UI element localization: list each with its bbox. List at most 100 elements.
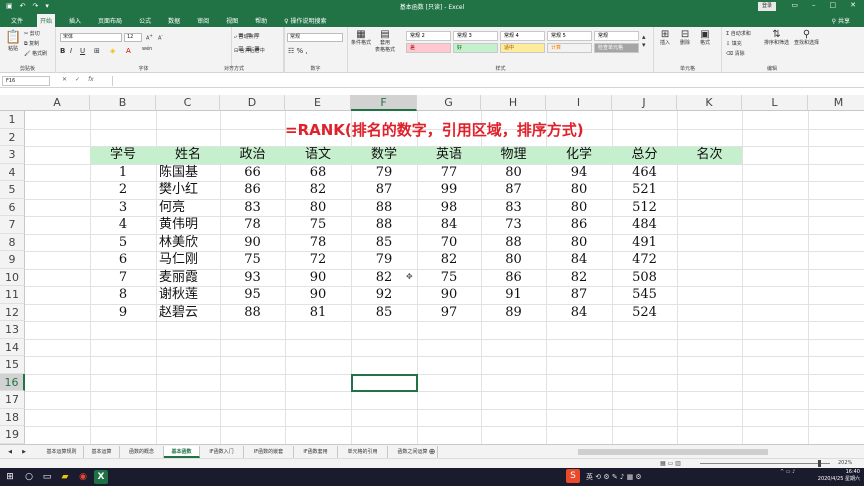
- tray-icons[interactable]: 英 ⟲ ⚙ ✎ ♪ ▦ ⚙: [586, 472, 642, 482]
- sheet-tab[interactable]: IF函数入门: [200, 446, 244, 458]
- sheet-tab[interactable]: IF函数套用: [294, 446, 338, 458]
- row-header-16[interactable]: 16: [0, 373, 25, 391]
- fill-button[interactable]: ⇩ 填充: [726, 40, 742, 47]
- cancel-icon[interactable]: ✕: [62, 76, 67, 83]
- name-box[interactable]: F16: [2, 76, 50, 86]
- row-header-17[interactable]: 17: [0, 391, 25, 409]
- share-button[interactable]: ⚲ 共享: [832, 16, 850, 25]
- task-view-icon[interactable]: ▭: [40, 470, 54, 484]
- merge-center-control[interactable]: ⊟ 合并后居中: [234, 47, 265, 54]
- tab-help[interactable]: 帮助: [252, 15, 270, 26]
- sort-filter-button[interactable]: ⇅ 排序和筛选: [764, 30, 789, 47]
- italic-button[interactable]: I: [70, 47, 72, 55]
- font-color-icon[interactable]: A: [126, 47, 131, 55]
- column-header-a[interactable]: A: [25, 95, 90, 111]
- insert-cells-button[interactable]: ⊞ 插入: [660, 30, 670, 47]
- sheet-tab[interactable]: 函数的概念: [120, 446, 164, 458]
- gallery-scroll-icon[interactable]: ▴ ▾: [642, 33, 646, 49]
- tray-expand-icon[interactable]: ^ ▭ ♪: [780, 469, 795, 475]
- paste-button[interactable]: 📋 粘贴: [5, 31, 21, 53]
- row-header-10[interactable]: 10: [0, 268, 25, 286]
- function-icon[interactable]: fx: [88, 76, 94, 83]
- cell-style-item[interactable]: 常规: [594, 31, 639, 41]
- tab-data[interactable]: 数据: [165, 15, 183, 26]
- chrome-icon[interactable]: ◉: [76, 470, 90, 484]
- clock[interactable]: 16:40 2020/4/25 星期六: [812, 469, 860, 483]
- grow-font-button[interactable]: A+: [146, 33, 153, 42]
- column-header-d[interactable]: D: [220, 95, 285, 111]
- tab-home[interactable]: 开始: [37, 13, 56, 28]
- column-header-m[interactable]: M: [808, 95, 864, 111]
- row-header-13[interactable]: 13: [0, 321, 25, 339]
- cut-button[interactable]: ✂ 剪切: [24, 30, 40, 37]
- sheet-tab[interactable]: 基本运算规则: [40, 446, 84, 458]
- copy-button[interactable]: ⧉ 复制: [24, 40, 39, 47]
- bold-button[interactable]: B: [60, 47, 65, 55]
- border-icon[interactable]: ⊞: [94, 47, 100, 55]
- row-header-15[interactable]: 15: [0, 356, 25, 374]
- tab-review[interactable]: 审阅: [194, 15, 212, 26]
- column-header-b[interactable]: B: [90, 95, 156, 111]
- tab-insert[interactable]: 插入: [66, 15, 84, 26]
- row-header-3[interactable]: 3: [0, 146, 25, 164]
- sheet-tab[interactable]: IF函数的嵌套: [244, 446, 294, 458]
- row-header-5[interactable]: 5: [0, 181, 25, 199]
- active-cell[interactable]: [351, 373, 418, 392]
- find-select-button[interactable]: ⚲ 查找和选择: [794, 30, 819, 47]
- row-header-1[interactable]: 1: [0, 111, 25, 129]
- row-header-7[interactable]: 7: [0, 216, 25, 234]
- format-cells-button[interactable]: ▣ 格式: [700, 30, 710, 47]
- maximize-icon[interactable]: □: [830, 1, 837, 9]
- row-header-6[interactable]: 6: [0, 198, 25, 216]
- row-header-8[interactable]: 8: [0, 233, 25, 251]
- row-header-12[interactable]: 12: [0, 303, 25, 321]
- row-header-4[interactable]: 4: [0, 163, 25, 181]
- sheet-tab[interactable]: 单元格的引用: [338, 446, 388, 458]
- column-header-f[interactable]: F: [351, 95, 417, 111]
- formula-input[interactable]: [112, 76, 856, 86]
- phonetic-button[interactable]: wén: [142, 46, 152, 52]
- horizontal-scrollbar[interactable]: [458, 446, 858, 458]
- row-header-2[interactable]: 2: [0, 128, 25, 146]
- number-format-select[interactable]: 常规: [287, 33, 343, 42]
- tab-page-layout[interactable]: 页面布局: [95, 15, 125, 26]
- enter-icon[interactable]: ✓: [75, 76, 80, 83]
- column-header-e[interactable]: E: [285, 95, 351, 111]
- cell-style-item[interactable]: 检查单元格: [594, 43, 639, 53]
- fill-color-icon[interactable]: ◈: [110, 47, 115, 55]
- format-as-table-button[interactable]: ▤ 套用 表格格式: [375, 30, 395, 54]
- file-explorer-icon[interactable]: ▰: [58, 470, 72, 484]
- ime-s-icon[interactable]: S: [566, 469, 580, 483]
- minimize-icon[interactable]: –: [812, 1, 816, 9]
- column-header-c[interactable]: C: [156, 95, 220, 111]
- currency-icon[interactable]: ☷ % ,: [288, 47, 308, 55]
- delete-cells-button[interactable]: ⊟ 删除: [680, 30, 690, 47]
- sheet-tab[interactable]: 基本函数: [164, 446, 200, 458]
- scrollbar-thumb[interactable]: [578, 449, 768, 455]
- next-sheet-icon[interactable]: ▶: [18, 446, 30, 458]
- underline-button[interactable]: U: [80, 47, 85, 55]
- add-sheet-icon[interactable]: ⊕: [426, 446, 438, 458]
- shrink-font-button[interactable]: A-: [158, 33, 163, 42]
- tell-me-search[interactable]: ♀ 操作说明搜索: [281, 15, 329, 26]
- cell-style-item[interactable]: 好: [453, 43, 498, 53]
- column-header-i[interactable]: I: [546, 95, 612, 111]
- column-header-l[interactable]: L: [742, 95, 808, 111]
- cell-style-item[interactable]: 计算: [547, 43, 592, 53]
- windows-start-icon[interactable]: ⊞: [3, 470, 17, 484]
- tab-file[interactable]: 文件: [8, 15, 26, 26]
- zoom-slider-thumb[interactable]: [818, 460, 821, 467]
- view-buttons[interactable]: ▦ ▭ ▥: [660, 460, 681, 467]
- cell-style-item[interactable]: 差: [406, 43, 451, 53]
- font-size-select[interactable]: 12: [124, 33, 142, 42]
- column-header-h[interactable]: H: [481, 95, 546, 111]
- worksheet-grid[interactable]: 学号 姓名 政治 语文 数学 英语 物理 化学 总分 名次 1 陈国基 66 68 79 77 80 94 464 2…: [25, 111, 864, 445]
- tab-formulas[interactable]: 公式: [136, 15, 154, 26]
- row-header-19[interactable]: 19: [0, 426, 25, 444]
- column-header-j[interactable]: J: [612, 95, 677, 111]
- cell-style-item[interactable]: 适中: [500, 43, 545, 53]
- cell-style-item[interactable]: 常规 5: [547, 31, 592, 41]
- column-header-g[interactable]: G: [417, 95, 481, 111]
- close-icon[interactable]: ✕: [850, 1, 856, 9]
- excel-taskbar-icon[interactable]: X: [94, 470, 108, 484]
